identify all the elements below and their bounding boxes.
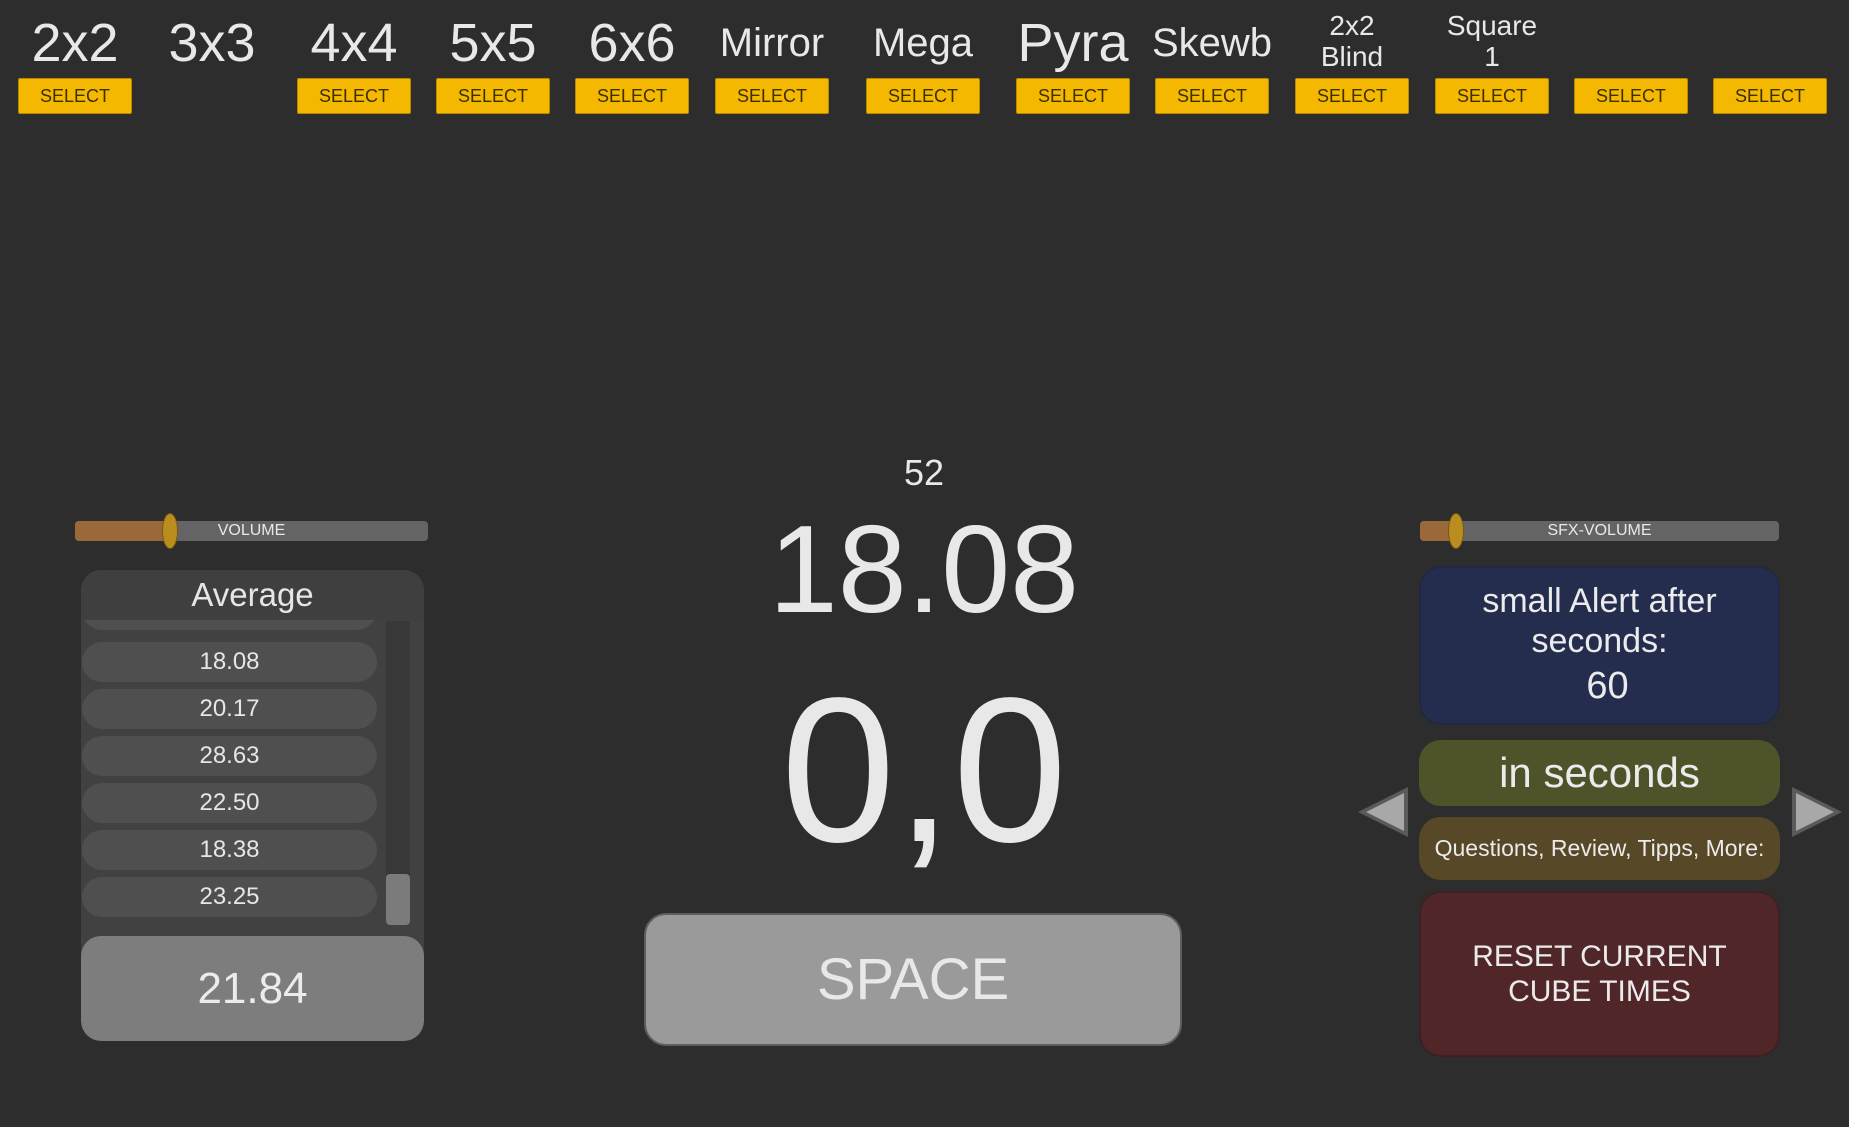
cube-option: 5x5 SELECT (423, 0, 563, 120)
select-button[interactable]: SELECT (866, 78, 980, 114)
alert-seconds-value[interactable]: 60 (1586, 661, 1628, 711)
times-list-item: 28.63 (82, 736, 377, 776)
last-time: 18.08 (768, 501, 1080, 639)
cube-option: Skewb SELECT (1142, 0, 1282, 120)
cube-option: 2x2 Blind SELECT (1282, 0, 1422, 120)
sfx-volume-slider-handle[interactable] (1447, 513, 1464, 549)
times-list-scrollbar[interactable] (386, 621, 410, 925)
cube-option-title: Pyra (1017, 13, 1129, 73)
reset-label-line1: RESET CURRENT (1472, 940, 1727, 973)
cube-option-title: Square 1 (1446, 10, 1538, 72)
cube-option: Mirror SELECT (702, 0, 842, 120)
cube-option-title: Mega (872, 21, 974, 65)
times-list-item: 20.11 (82, 620, 377, 630)
volume-slider-handle[interactable] (162, 513, 179, 549)
cube-option: 3x3 (142, 0, 282, 120)
space-button[interactable]: SPACE (644, 913, 1182, 1046)
cube-option-title: 4x4 (310, 13, 398, 73)
alert-setting-box[interactable]: small Alert after seconds: 60 (1419, 566, 1780, 725)
cube-option: Square 1 SELECT (1422, 0, 1562, 120)
select-button[interactable]: SELECT (436, 78, 550, 114)
times-list-item: 20.17 (82, 689, 377, 729)
times-list-item: 22.50 (82, 783, 377, 823)
select-button[interactable]: SELECT (297, 78, 411, 114)
solve-count: 52 (903, 452, 945, 493)
cube-option-title: 5x5 (449, 13, 537, 73)
volume-label: VOLUME (217, 522, 286, 539)
cube-option: Mega SELECT (853, 0, 993, 120)
cube-option: 6x6 SELECT (562, 0, 702, 120)
sfx-volume-label: SFX-VOLUME (1547, 522, 1652, 539)
select-button[interactable]: SELECT (1713, 78, 1827, 114)
cube-option-title: 3x3 (168, 13, 256, 73)
cube-option-title: Skewb (1151, 21, 1273, 65)
times-list-item: 23.25 (82, 877, 377, 917)
info-button[interactable]: Questions, Review, Tipps, More: (1419, 817, 1780, 880)
sfx-volume-slider[interactable]: SFX-VOLUME (1420, 513, 1779, 549)
cube-option-title (1561, 10, 1701, 72)
cube-option: 4x4 SELECT (284, 0, 424, 120)
cube-option-title (1700, 10, 1840, 72)
times-list-item: 18.38 (82, 830, 377, 870)
next-arrow-icon[interactable] (1792, 787, 1842, 837)
times-list[interactable]: 20.11 18.08 20.17 28.63 22.50 18.38 23.2… (81, 620, 381, 930)
cube-option: SELECT (1561, 0, 1701, 120)
cube-option-title: Mirror (719, 21, 825, 65)
select-button[interactable]: SELECT (715, 78, 829, 114)
previous-arrow-icon[interactable] (1358, 787, 1408, 837)
select-button[interactable]: SELECT (1574, 78, 1688, 114)
alert-label-line2: seconds: (1531, 621, 1668, 660)
scrollbar-thumb[interactable] (386, 874, 410, 925)
next-arrow-fill (1796, 793, 1834, 831)
cube-option-title: 2x2 (31, 13, 119, 73)
unit-toggle-button[interactable]: in seconds (1419, 740, 1780, 806)
cube-option: Pyra SELECT (1003, 0, 1143, 120)
volume-slider[interactable]: VOLUME (75, 513, 428, 549)
current-time: 0,0 (780, 655, 1068, 885)
cube-option: SELECT (1700, 0, 1840, 120)
reset-times-button[interactable]: RESET CURRENT CUBE TIMES (1419, 891, 1780, 1057)
previous-arrow-fill (1366, 793, 1404, 831)
cube-option-title: 2x2 Blind (1320, 10, 1384, 72)
select-button[interactable]: SELECT (575, 78, 689, 114)
times-list-item: 18.08 (82, 642, 377, 682)
select-button[interactable]: SELECT (1295, 78, 1409, 114)
select-button[interactable]: SELECT (1435, 78, 1549, 114)
cube-option: 2x2 SELECT (5, 0, 145, 120)
select-button[interactable]: SELECT (1155, 78, 1269, 114)
average-title: Average (81, 570, 424, 620)
alert-label-line1: small Alert after (1482, 581, 1717, 620)
select-button[interactable]: SELECT (18, 78, 132, 114)
select-button[interactable]: SELECT (1016, 78, 1130, 114)
reset-label-line2: CUBE TIMES (1508, 975, 1691, 1008)
average-value: 21.84 (81, 936, 424, 1041)
cube-option-title: 6x6 (588, 13, 676, 73)
average-panel: Average 20.11 18.08 20.17 28.63 22.50 18… (81, 570, 424, 1041)
